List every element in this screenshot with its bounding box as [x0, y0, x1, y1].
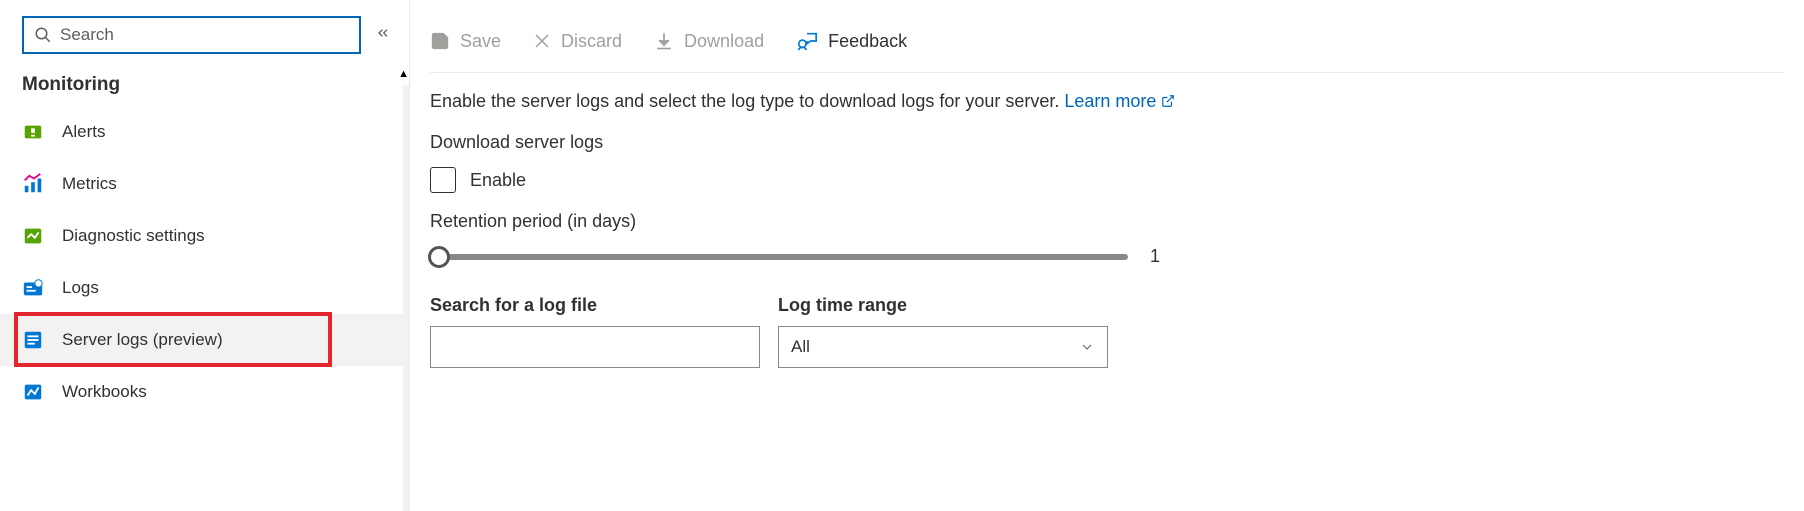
enable-checkbox-label: Enable [470, 170, 526, 191]
enable-checkbox[interactable] [430, 167, 456, 193]
sidebar-item-label: Workbooks [62, 382, 147, 402]
time-range-label: Log time range [778, 295, 1108, 316]
sidebar-item-logs[interactable]: Logs [0, 262, 409, 314]
download-section-label: Download server logs [430, 132, 1784, 153]
alerts-icon [22, 121, 44, 143]
search-filter-label: Search for a log file [430, 295, 760, 316]
retention-slider-row: 1 [430, 246, 1160, 267]
time-range-select[interactable]: All [778, 326, 1108, 368]
feedback-label: Feedback [828, 31, 907, 52]
sidebar-item-metrics[interactable]: Metrics [0, 158, 409, 210]
workbooks-icon [22, 381, 44, 403]
sidebar-item-label: Metrics [62, 174, 117, 194]
save-label: Save [460, 31, 501, 52]
sidebar-item-label: Logs [62, 278, 99, 298]
discard-label: Discard [561, 31, 622, 52]
retention-value: 1 [1150, 246, 1160, 267]
chevron-down-icon [1079, 339, 1095, 355]
save-button[interactable]: Save [430, 31, 501, 52]
search-input[interactable] [60, 25, 349, 45]
download-icon [654, 31, 674, 51]
external-link-icon [1161, 94, 1175, 108]
description-text: Enable the server logs and select the lo… [430, 91, 1059, 111]
time-range-filter: Log time range All [778, 295, 1108, 368]
collapse-sidebar-button[interactable] [371, 25, 395, 45]
sidebar-item-server-logs[interactable]: Server logs (preview) [0, 314, 409, 366]
toolbar: Save Discard Download Feedback [430, 30, 1784, 73]
search-row [0, 0, 409, 64]
discard-icon [533, 32, 551, 50]
search-icon [34, 26, 52, 44]
description: Enable the server logs and select the lo… [430, 73, 1784, 114]
sidebar-section-header: Monitoring [0, 64, 409, 106]
sidebar-item-label: Diagnostic settings [62, 226, 205, 246]
search-box[interactable] [22, 16, 361, 54]
learn-more-link[interactable]: Learn more [1064, 91, 1175, 111]
retention-label: Retention period (in days) [430, 211, 1784, 232]
main-content: Save Discard Download Feedback Enable th… [410, 0, 1804, 511]
retention-slider[interactable] [430, 254, 1128, 260]
feedback-icon [796, 30, 818, 52]
download-label: Download [684, 31, 764, 52]
server-logs-icon [22, 329, 44, 351]
logs-icon [22, 277, 44, 299]
sidebar-item-label: Server logs (preview) [62, 330, 223, 350]
sidebar-item-label: Alerts [62, 122, 105, 142]
metrics-icon [22, 173, 44, 195]
scroll-up-arrow[interactable]: ▲ [398, 68, 409, 80]
filters-row: Search for a log file Log time range All [430, 295, 1784, 368]
sidebar-item-alerts[interactable]: Alerts [0, 106, 409, 158]
sidebar: ▲ Monitoring Alerts Metrics Diagnostic s… [0, 0, 410, 511]
diagnostic-settings-icon [22, 225, 44, 247]
sidebar-item-diagnostic-settings[interactable]: Diagnostic settings [0, 210, 409, 262]
search-filter: Search for a log file [430, 295, 760, 368]
download-button[interactable]: Download [654, 31, 764, 52]
time-range-value: All [791, 337, 810, 357]
discard-button[interactable]: Discard [533, 31, 622, 52]
slider-thumb[interactable] [428, 246, 450, 268]
chevron-double-left-icon [375, 25, 391, 41]
save-icon [430, 31, 450, 51]
enable-checkbox-row: Enable [430, 167, 1784, 193]
sidebar-item-workbooks[interactable]: Workbooks [0, 366, 409, 418]
search-log-file-input[interactable] [430, 326, 760, 368]
feedback-button[interactable]: Feedback [796, 30, 907, 52]
